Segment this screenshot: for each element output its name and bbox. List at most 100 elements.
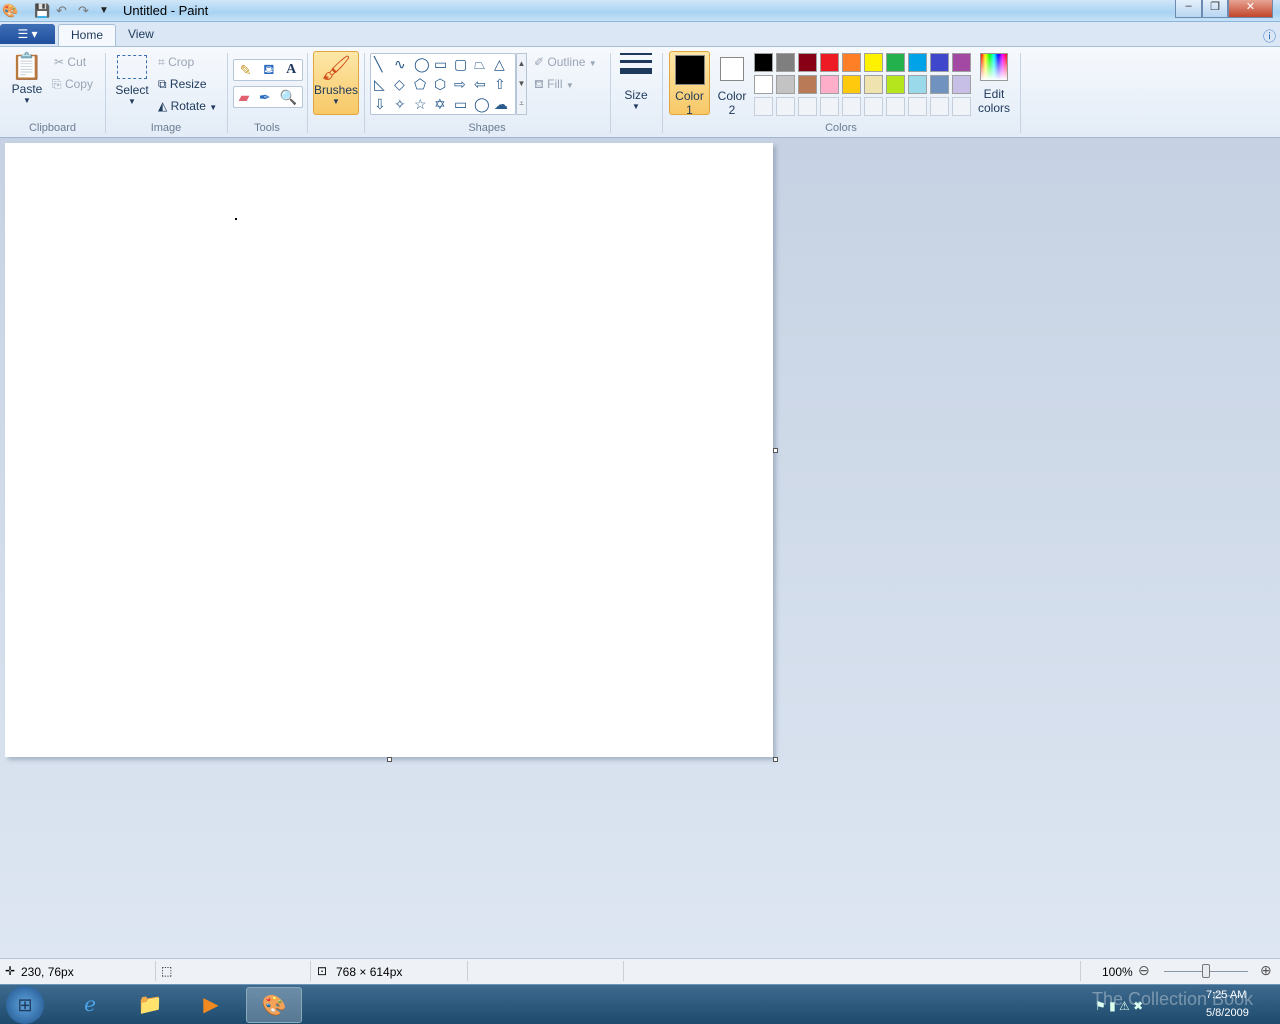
- start-button[interactable]: ⊞: [6, 986, 44, 1024]
- palette-color-swatch[interactable]: [886, 75, 905, 94]
- palette-color-swatch[interactable]: [820, 75, 839, 94]
- shape-tool[interactable]: ⬠: [414, 76, 426, 93]
- palette-color-swatch[interactable]: [952, 53, 971, 72]
- tab-home[interactable]: Home: [58, 24, 117, 46]
- shape-tool[interactable]: ◯: [414, 56, 430, 73]
- palette-color-swatch[interactable]: [930, 75, 949, 94]
- palette-color-swatch[interactable]: [886, 53, 905, 72]
- shape-tool[interactable]: ◯: [474, 96, 490, 113]
- text-icon[interactable]: A: [286, 62, 296, 78]
- select-button[interactable]: Select ▼: [113, 55, 151, 106]
- redo-icon[interactable]: ↷: [78, 3, 89, 19]
- resize-handle-right[interactable]: [773, 448, 778, 453]
- tray-icons[interactable]: ⚑ ▮ ⚠ ✖: [1095, 999, 1143, 1013]
- zoom-slider-thumb[interactable]: [1202, 964, 1210, 978]
- cut-button[interactable]: ✂ Cut: [54, 55, 86, 69]
- explorer-icon[interactable]: 📁: [122, 987, 178, 1023]
- shape-tool[interactable]: ✧: [394, 96, 406, 113]
- shape-tool[interactable]: ▭: [434, 56, 447, 73]
- shape-tool[interactable]: ⇩: [374, 96, 386, 113]
- palette-color-swatch[interactable]: [952, 75, 971, 94]
- save-icon[interactable]: 💾: [34, 3, 50, 19]
- crop-button[interactable]: ⌗ Crop: [158, 55, 194, 70]
- palette-empty-swatch[interactable]: [864, 97, 883, 116]
- help-icon[interactable]: ⓘ: [1263, 26, 1276, 45]
- color-picker-icon[interactable]: ✒: [259, 89, 271, 106]
- fill-button[interactable]: ⛾ Fill ▼: [534, 77, 574, 93]
- paint-taskbar-button[interactable]: 🎨: [246, 987, 302, 1023]
- color1-button[interactable]: Color 1: [669, 51, 710, 117]
- pencil-icon[interactable]: ✎: [240, 62, 252, 79]
- palette-empty-swatch[interactable]: [886, 97, 905, 116]
- shape-tool[interactable]: ⬡: [434, 76, 446, 93]
- palette-color-swatch[interactable]: [776, 53, 795, 72]
- palette-empty-swatch[interactable]: [952, 97, 971, 116]
- close-button[interactable]: ✕: [1228, 0, 1273, 18]
- outline-button[interactable]: ✐ Outline ▼: [534, 55, 597, 69]
- palette-color-swatch[interactable]: [798, 53, 817, 72]
- palette-empty-swatch[interactable]: [842, 97, 861, 116]
- clock-time[interactable]: 7:25 AM: [1206, 989, 1246, 1001]
- shape-tool[interactable]: ▢: [454, 56, 467, 73]
- shape-tool[interactable]: ◇: [394, 76, 405, 93]
- palette-color-swatch[interactable]: [930, 53, 949, 72]
- palette-color-swatch[interactable]: [864, 75, 883, 94]
- shapes-scroll[interactable]: ▲ ▼ ⩡: [516, 53, 527, 115]
- clock-date[interactable]: 5/8/2009: [1206, 1007, 1249, 1019]
- palette-color-swatch[interactable]: [776, 75, 795, 94]
- resize-handle-corner[interactable]: [773, 757, 778, 762]
- palette-color-swatch[interactable]: [754, 75, 773, 94]
- undo-icon[interactable]: ↶: [56, 3, 67, 19]
- shape-tool[interactable]: ☁: [494, 96, 508, 113]
- media-player-icon[interactable]: ▶: [183, 987, 239, 1023]
- customize-quick-access-icon[interactable]: ▼: [99, 5, 109, 16]
- color2-button[interactable]: Color 2: [713, 51, 751, 117]
- palette-color-swatch[interactable]: [908, 75, 927, 94]
- paint-menu-button[interactable]: ☰ ▾: [0, 24, 55, 44]
- rotate-button[interactable]: ◭ Rotate ▼: [158, 99, 217, 113]
- shape-tool[interactable]: ∿: [394, 56, 406, 73]
- paint-app-icon[interactable]: 🎨: [2, 3, 18, 19]
- palette-color-swatch[interactable]: [842, 75, 861, 94]
- shape-tool[interactable]: ⏢: [474, 56, 485, 73]
- size-button[interactable]: Size ▼: [618, 53, 654, 111]
- shape-tool[interactable]: ╲: [374, 56, 382, 73]
- cursor-position: 230, 76px: [21, 965, 74, 979]
- palette-empty-swatch[interactable]: [798, 97, 817, 116]
- fill-bucket-icon[interactable]: ⛾: [263, 61, 274, 80]
- maximize-button[interactable]: ❐: [1202, 0, 1228, 18]
- shape-tool[interactable]: ⇦: [474, 76, 486, 93]
- copy-button[interactable]: ⎘ Copy: [52, 77, 93, 92]
- internet-explorer-icon[interactable]: ℯ: [62, 987, 118, 1023]
- palette-color-swatch[interactable]: [798, 75, 817, 94]
- palette-color-swatch[interactable]: [864, 53, 883, 72]
- palette-empty-swatch[interactable]: [820, 97, 839, 116]
- palette-empty-swatch[interactable]: [754, 97, 773, 116]
- shape-tool[interactable]: △: [494, 56, 505, 73]
- palette-empty-swatch[interactable]: [776, 97, 795, 116]
- shape-tool[interactable]: ✡: [434, 96, 446, 113]
- shape-tool[interactable]: ◺: [374, 76, 385, 93]
- resize-button[interactable]: ⧉ Resize: [158, 77, 207, 92]
- shape-tool[interactable]: ☆: [414, 96, 427, 113]
- drawing-canvas[interactable]: [5, 143, 773, 757]
- magnifier-icon[interactable]: 🔍: [280, 89, 297, 106]
- zoom-out-button[interactable]: ⊖: [1138, 962, 1150, 979]
- resize-handle-bottom[interactable]: [387, 757, 392, 762]
- palette-color-swatch[interactable]: [908, 53, 927, 72]
- shape-tool[interactable]: ⇨: [454, 76, 466, 93]
- palette-color-swatch[interactable]: [820, 53, 839, 72]
- shape-tool[interactable]: ▭: [454, 96, 467, 113]
- minimize-button[interactable]: –: [1175, 0, 1202, 18]
- tab-view[interactable]: View: [116, 24, 166, 46]
- palette-empty-swatch[interactable]: [908, 97, 927, 116]
- palette-color-swatch[interactable]: [842, 53, 861, 72]
- paste-button[interactable]: 📋 Paste ▼: [8, 51, 46, 105]
- shape-tool[interactable]: ⇧: [494, 76, 506, 93]
- zoom-in-button[interactable]: ⊕: [1260, 962, 1272, 979]
- eraser-icon[interactable]: ▰: [239, 89, 250, 106]
- brushes-button[interactable]: 🖌 Brushes ▼: [313, 51, 359, 115]
- edit-colors-button[interactable]: Edit colors: [976, 53, 1012, 115]
- palette-color-swatch[interactable]: [754, 53, 773, 72]
- palette-empty-swatch[interactable]: [930, 97, 949, 116]
